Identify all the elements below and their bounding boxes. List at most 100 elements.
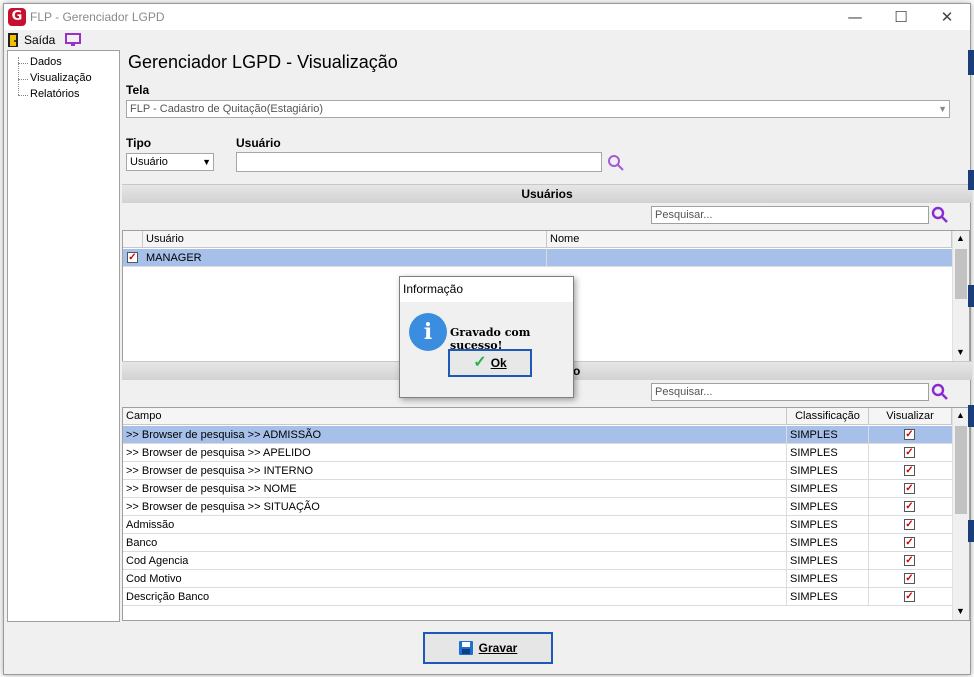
campo-cell: Banco	[123, 534, 787, 552]
tree-branch	[18, 79, 28, 80]
navigation-tree: Dados Visualização Relatórios	[7, 50, 120, 622]
save-button[interactable]: Gravar	[423, 632, 553, 664]
visualizar-checkbox[interactable]: ✓	[904, 573, 915, 584]
menu-bar: Saída	[4, 30, 970, 50]
scroll-up-icon[interactable]: ▲	[956, 233, 965, 243]
fields-grid: Campo Classificação Visualizar >> Browse…	[122, 407, 970, 621]
scroll-thumb[interactable]	[955, 426, 967, 514]
floppy-disk-icon	[458, 641, 473, 655]
door-exit-icon	[8, 33, 18, 47]
tree-item-relatorios[interactable]: Relatórios	[30, 88, 80, 100]
grid-header-nome[interactable]: Nome	[547, 231, 952, 248]
campo-cell: >> Browser de pesquisa >> NOME	[123, 480, 787, 498]
tela-select[interactable]: FLP - Cadastro de Quitação(Estagiário) ▼	[126, 100, 950, 118]
usuario-cell: MANAGER	[143, 249, 547, 267]
table-row[interactable]: Admissão SIMPLES ✓	[123, 516, 952, 534]
grid-header-campo[interactable]: Campo	[123, 408, 787, 425]
chevron-down-icon: ▼	[938, 104, 947, 114]
ok-button[interactable]: ✓ Ok	[448, 349, 532, 377]
visualizar-checkbox[interactable]: ✓	[904, 555, 915, 566]
info-dialog: Informação i Gravado com sucesso! ✓ Ok	[399, 276, 574, 398]
tipo-select[interactable]: Usuário ▼	[126, 153, 214, 171]
window-title: FLP - Gerenciador LGPD	[30, 10, 165, 24]
visualizar-checkbox[interactable]: ✓	[904, 483, 915, 494]
fields-scrollbar[interactable]: ▲ ▼	[952, 408, 969, 620]
table-row[interactable]: >> Browser de pesquisa >> APELIDO SIMPLES…	[123, 444, 952, 462]
campo-cell: Descrição Banco	[123, 588, 787, 606]
campo-cell: >> Browser de pesquisa >> APELIDO	[123, 444, 787, 462]
scroll-up-icon[interactable]: ▲	[956, 410, 965, 420]
grid-header-visualizar[interactable]: Visualizar	[869, 408, 952, 425]
background-window-edge	[968, 285, 974, 307]
grid-header-check	[123, 231, 143, 248]
table-row[interactable]: Descrição Banco SIMPLES ✓	[123, 588, 952, 606]
visualizar-checkbox[interactable]: ✓	[904, 501, 915, 512]
visualizar-checkbox[interactable]: ✓	[904, 591, 915, 602]
classificacao-cell: SIMPLES	[787, 570, 869, 588]
table-row[interactable]: >> Browser de pesquisa >> NOME SIMPLES ✓	[123, 480, 952, 498]
classificacao-cell: SIMPLES	[787, 534, 869, 552]
search-icon[interactable]	[931, 383, 949, 401]
ok-label: Ok	[490, 356, 507, 370]
row-checkbox[interactable]: ✓	[127, 252, 138, 263]
dialog-title: Informação	[400, 277, 573, 302]
tela-value: FLP - Cadastro de Quitação(Estagiário)	[130, 103, 323, 115]
monitor-icon[interactable]	[65, 33, 81, 47]
tipo-value: Usuário	[130, 156, 168, 168]
nome-cell	[547, 249, 952, 267]
minimize-button[interactable]: —	[832, 4, 878, 30]
search-icon[interactable]	[931, 206, 949, 224]
close-button[interactable]: ✕	[924, 4, 970, 30]
grid-header-usuario[interactable]: Usuário	[143, 231, 547, 248]
chevron-down-icon: ▼	[202, 157, 211, 167]
users-scrollbar[interactable]: ▲ ▼	[952, 231, 969, 361]
background-window-edge	[968, 170, 974, 190]
visualizar-checkbox[interactable]: ✓	[904, 519, 915, 530]
table-row[interactable]: ✓ MANAGER	[123, 249, 952, 267]
scroll-down-icon[interactable]: ▼	[956, 347, 965, 357]
classificacao-cell: SIMPLES	[787, 516, 869, 534]
maximize-button[interactable]: ☐	[878, 4, 924, 30]
campo-cell: Admissão	[123, 516, 787, 534]
visualizar-checkbox[interactable]: ✓	[904, 429, 915, 440]
table-row[interactable]: Cod Agencia SIMPLES ✓	[123, 552, 952, 570]
table-row[interactable]: Cod Motivo SIMPLES ✓	[123, 570, 952, 588]
classificacao-cell: SIMPLES	[787, 588, 869, 606]
tree-item-visualizacao[interactable]: Visualização	[30, 72, 92, 84]
tela-label: Tela	[126, 83, 150, 97]
fields-section-title-fragment: o	[573, 364, 581, 378]
tree-branch	[18, 95, 28, 96]
background-window-edge	[968, 405, 974, 427]
campo-cell: Cod Motivo	[123, 570, 787, 588]
usuario-label: Usuário	[236, 136, 281, 150]
scroll-thumb[interactable]	[955, 249, 967, 299]
tipo-label: Tipo	[126, 136, 152, 150]
campo-cell: >> Browser de pesquisa >> INTERNO	[123, 462, 787, 480]
table-row[interactable]: >> Browser de pesquisa >> INTERNO SIMPLES…	[123, 462, 952, 480]
usuario-input[interactable]	[236, 152, 602, 172]
title-bar: G FLP - Gerenciador LGPD — ☐ ✕	[4, 4, 970, 30]
tree-branch	[18, 63, 28, 64]
page-title: Gerenciador LGPD - Visualização	[128, 52, 398, 72]
exit-label: Saída	[24, 33, 56, 47]
checkmark-icon: ✓	[473, 354, 487, 371]
scroll-down-icon[interactable]: ▼	[956, 606, 965, 616]
classificacao-cell: SIMPLES	[787, 444, 869, 462]
exit-menu-item[interactable]: Saída	[6, 32, 62, 48]
table-row[interactable]: Banco SIMPLES ✓	[123, 534, 952, 552]
campo-cell: >> Browser de pesquisa >> ADMISSÃO	[123, 426, 787, 444]
classificacao-cell: SIMPLES	[787, 552, 869, 570]
table-row[interactable]: >> Browser de pesquisa >> SITUAÇÃO SIMPLE…	[123, 498, 952, 516]
users-search-input[interactable]: Pesquisar...	[651, 206, 929, 224]
users-section-header: Usuários	[122, 184, 972, 203]
campo-cell: Cod Agencia	[123, 552, 787, 570]
visualizar-checkbox[interactable]: ✓	[904, 447, 915, 458]
tree-item-dados[interactable]: Dados	[30, 56, 62, 68]
visualizar-checkbox[interactable]: ✓	[904, 465, 915, 476]
grid-header-classificacao[interactable]: Classificação	[787, 408, 869, 425]
search-icon[interactable]	[607, 154, 625, 172]
fields-search-input[interactable]: Pesquisar...	[651, 383, 929, 401]
visualizar-checkbox[interactable]: ✓	[904, 537, 915, 548]
table-row[interactable]: >> Browser de pesquisa >> ADMISSÃO SIMPLE…	[123, 426, 952, 444]
background-window-edge	[968, 520, 974, 542]
